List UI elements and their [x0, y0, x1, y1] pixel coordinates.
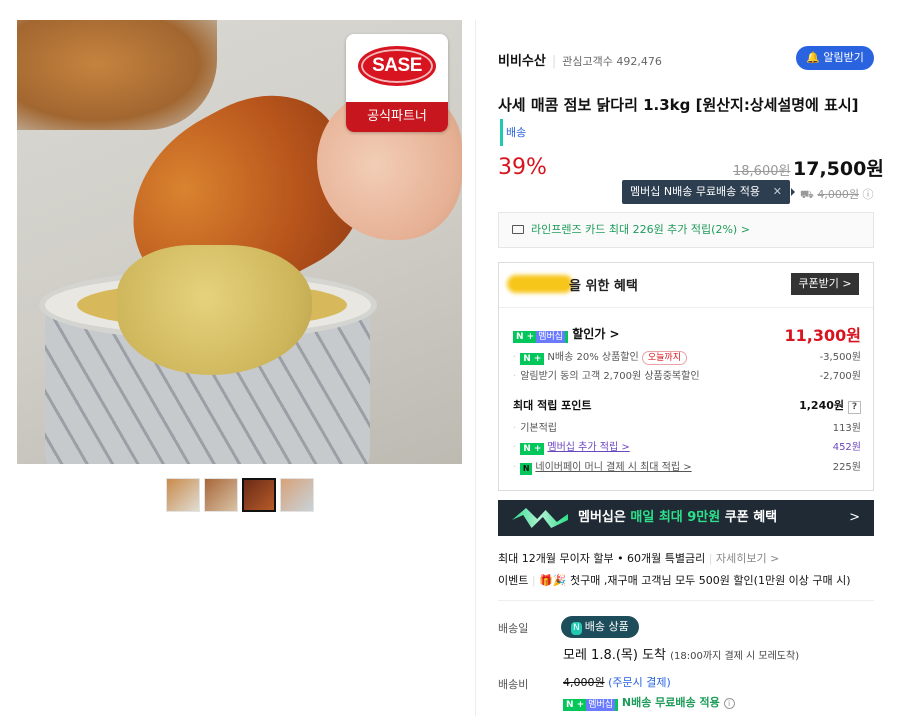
discount-rate: 39% — [498, 155, 547, 180]
background-food — [17, 20, 217, 130]
thumbnail[interactable] — [204, 478, 238, 512]
sale-price: 17,500원 — [793, 158, 884, 180]
delivery-fee: 4,000원 (주문시 결제) — [563, 676, 671, 689]
n-delivery-badge: N 배송 상품 — [561, 616, 639, 638]
benefit-box: 을 위한 혜택 쿠폰받기 > N + 멤버십 할인가 > 11,300원 · N +… — [498, 262, 874, 491]
free-shipping: N + 멤버십 N배송 무료배송 적용 i — [563, 694, 735, 711]
membership-banner[interactable]: 멤버십은 매일 최대 9만원 쿠폰 혜택 > — [498, 500, 874, 536]
fans-count: 관심고객수 492,476 — [562, 55, 662, 68]
delivery-fee-label: 배송비 — [498, 678, 529, 691]
chevron-right-icon: > — [849, 510, 860, 525]
product-title: 사세 매콤 점보 닭다리 1.3kg [원산지:상세설명에 표시] 배송 — [498, 92, 868, 146]
event-info: 이벤트 | 🎁🎉 첫구매 ,재구매 고객님 모두 500원 할인(1만원 이상 … — [498, 574, 851, 587]
points-item: · 기본적립 113원 — [513, 423, 861, 434]
nplus-badge: N + 멤버십 — [513, 331, 569, 343]
divider — [498, 600, 874, 601]
n-delivery-tag: 배송 — [500, 119, 526, 146]
shipping-tooltip: 멤버십 N배송 무료배송 적용 ✕ — [622, 180, 795, 204]
detail-link[interactable]: 자세히보기 > — [716, 552, 779, 565]
sale-price-row[interactable]: N + 멤버십 할인가 > 11,300원 — [513, 325, 861, 345]
info-icon[interactable]: ⓘ — [862, 188, 873, 201]
info-icon[interactable]: i — [723, 698, 735, 709]
credit-card-icon — [512, 225, 524, 234]
blurred-username — [507, 275, 573, 293]
store-info: 비비수산 | 관심고객수 492,476 — [498, 54, 662, 69]
bell-icon: 🔔 — [806, 51, 820, 64]
help-icon[interactable]: ? — [848, 401, 861, 414]
brand-logo: SASE — [358, 46, 436, 86]
arrival-date: 모레 1.8.(목) 도착 (18:00까지 결제 시 모레도착) — [563, 648, 800, 663]
truck-icon: ⛟ — [800, 188, 814, 201]
points-item[interactable]: · N 네이버페이 머니 결제 시 최대 적립 > 225원 — [513, 458, 861, 475]
original-price: 18,600원 — [733, 164, 791, 179]
delivery-date-label: 배송일 — [498, 622, 529, 635]
benefit-title: 을 위한 혜택 — [569, 279, 638, 294]
divider — [475, 20, 476, 716]
partner-label: 공식파트너 — [346, 102, 448, 132]
discount-row: · 알림받기 동의 고객 2,700원 상품중복할인 -2,700원 — [513, 371, 861, 382]
alarm-button[interactable]: 🔔 알림받기 — [796, 46, 874, 70]
shipping-fee-inline: ⛟ 4,000원 ⓘ — [800, 188, 874, 201]
divider — [499, 307, 873, 308]
points-item[interactable]: · N + 멤버십 추가 적립 > 452원 — [513, 438, 861, 455]
thumbnail-selected[interactable] — [242, 478, 276, 512]
thumbnail[interactable] — [166, 478, 200, 512]
thumbnail[interactable] — [280, 478, 314, 512]
coupon-button[interactable]: 쿠폰받기 > — [791, 273, 859, 295]
points-row: 최대 적립 포인트 1,240원? — [513, 397, 861, 414]
discount-row: · N + N배송 20% 상품할인 오늘까지 -3,500원 — [513, 351, 861, 365]
sparkle-icon — [512, 508, 568, 528]
gift-icon: 🎁🎉 — [539, 574, 567, 587]
installment-info: 최대 12개월 무이자 할부 • 60개월 특별금리 | 자세히보기 > — [498, 552, 780, 565]
today-only-tag: 오늘까지 — [641, 351, 687, 365]
thumbnail-strip — [166, 478, 314, 512]
naverpay-icon: N — [520, 463, 533, 475]
close-icon[interactable]: ✕ — [773, 180, 782, 204]
card-promo[interactable]: 라인프렌즈 카드 최대 226원 추가 적립(2%) > — [498, 212, 874, 248]
benefit-sale-price: 11,300원 — [784, 326, 861, 345]
store-name[interactable]: 비비수산 — [498, 54, 546, 69]
official-partner-badge: SASE 공식파트너 — [346, 34, 448, 132]
